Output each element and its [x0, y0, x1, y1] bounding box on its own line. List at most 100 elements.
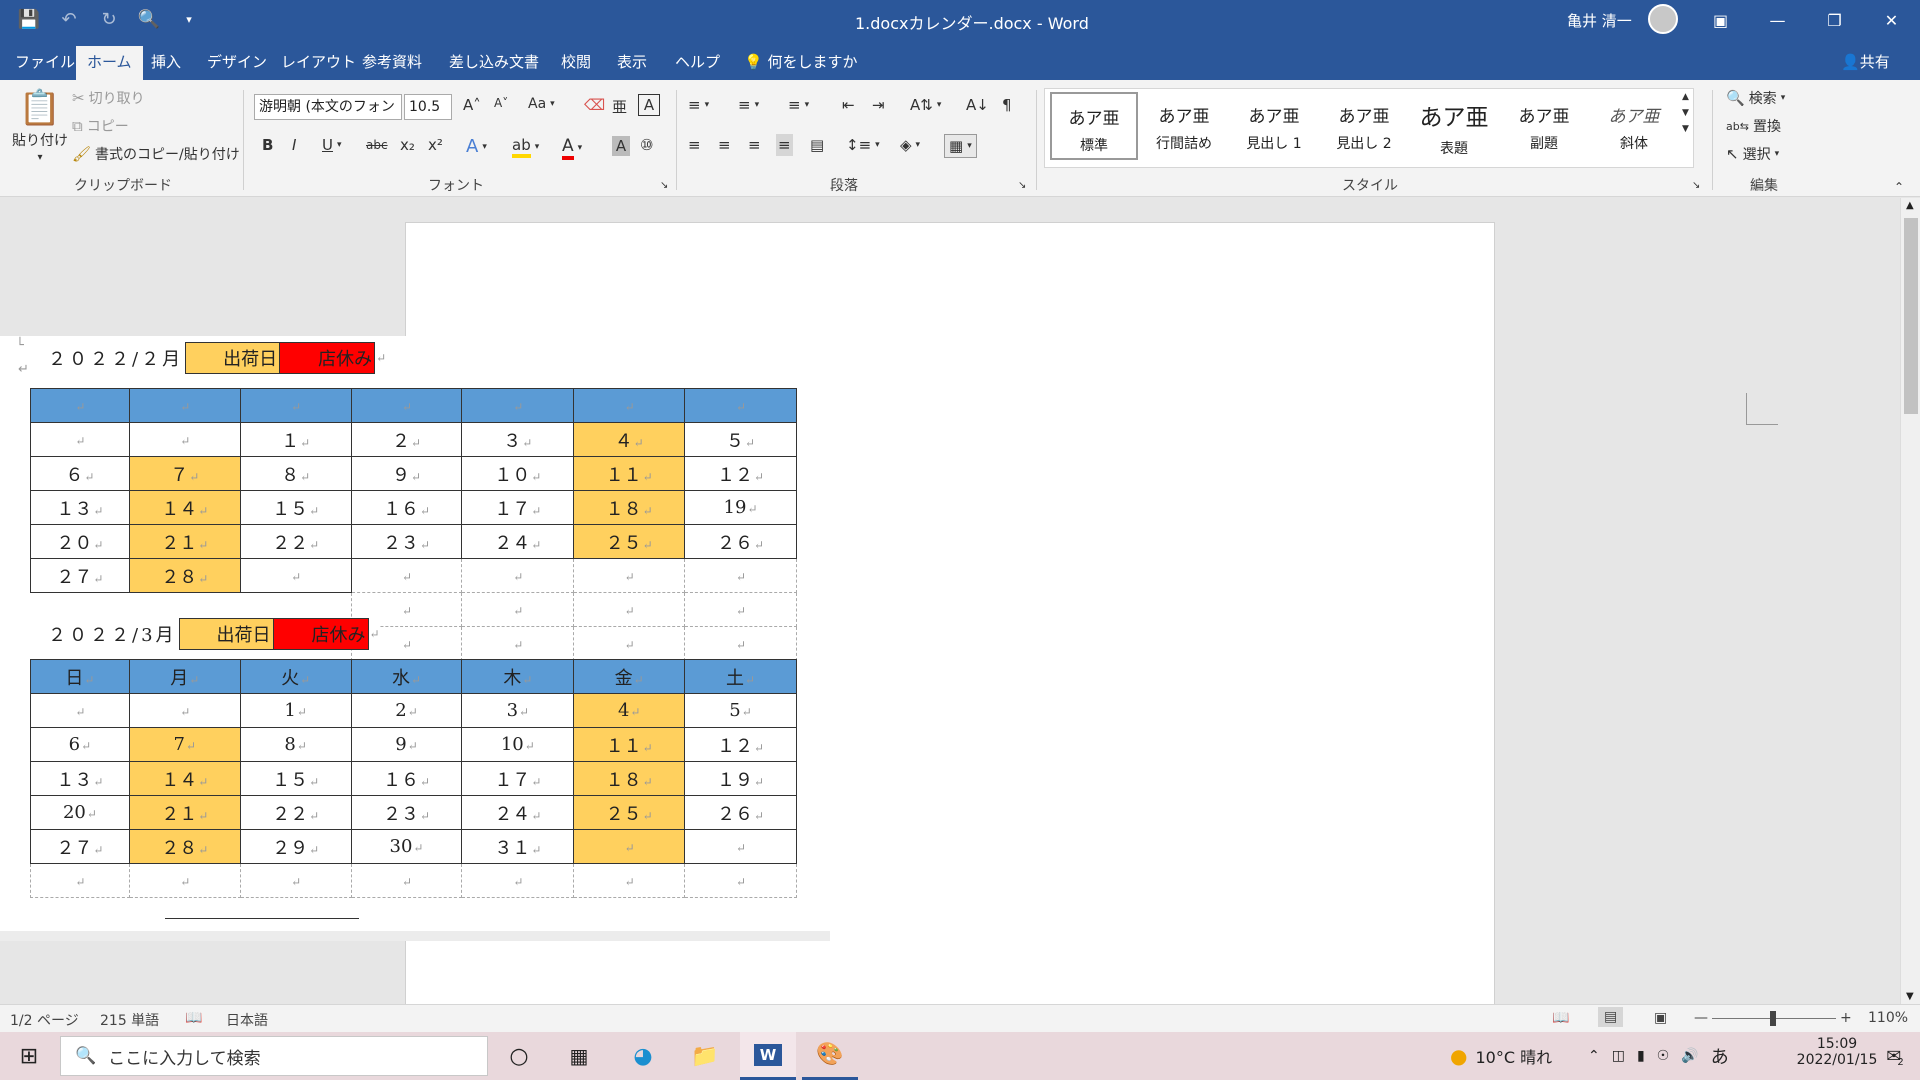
table-cell[interactable]: ↵	[461, 863, 575, 898]
highlight-button[interactable]: ab ▾	[512, 136, 539, 158]
tab-view[interactable]: 表示	[606, 46, 658, 80]
show-formatting-button[interactable]: ¶	[1002, 96, 1012, 114]
paint-icon[interactable]: 🎨	[802, 1032, 858, 1080]
user-name[interactable]: 亀井 清一	[1567, 10, 1632, 31]
table-cell[interactable]: 4↵	[573, 693, 686, 728]
table-cell[interactable]: ２０↵	[30, 524, 130, 559]
table-cell[interactable]: ↵	[30, 863, 130, 898]
scroll-down-icon[interactable]: ▼	[1906, 991, 1914, 1002]
vertical-scrollbar[interactable]: ▲ ▼	[1900, 198, 1920, 1004]
print-layout-icon[interactable]: ▤	[1598, 1007, 1624, 1027]
chevron-up-icon[interactable]: ⌃	[1588, 1048, 1600, 1064]
language[interactable]: 日本語	[226, 1010, 268, 1030]
superscript-button[interactable]: x²	[428, 136, 443, 154]
table-cell[interactable]: ↵	[573, 863, 686, 898]
collapse-ribbon-button[interactable]: ⌃	[1894, 180, 1904, 194]
table-cell[interactable]: １↵	[239, 422, 352, 457]
table-cell[interactable]: ７↵	[128, 456, 241, 491]
edge-icon[interactable]: ◕	[618, 1032, 668, 1080]
task-view-icon[interactable]: ▦	[554, 1032, 604, 1080]
chevron-down-icon[interactable]: ▼	[1682, 108, 1689, 118]
minimize-button[interactable]: —	[1749, 0, 1806, 40]
table-cell[interactable]: ↵	[30, 693, 130, 728]
tab-design[interactable]: デザイン	[196, 46, 278, 80]
font-color-button[interactable]: A ▾	[562, 136, 582, 160]
zoom-level[interactable]: 110%	[1868, 1010, 1908, 1026]
table-cell[interactable]: ８↵	[239, 456, 352, 491]
wifi-icon[interactable]: ☉	[1657, 1048, 1670, 1064]
table-cell[interactable]: ↵	[461, 626, 575, 661]
ribbon-display-options-icon[interactable]: ▣	[1692, 0, 1749, 40]
table-cell[interactable]: １５↵	[239, 761, 352, 796]
table-cell[interactable]: ↵	[573, 592, 686, 627]
table-cell[interactable]: １７↵	[461, 490, 575, 525]
table-cell[interactable]: ↵	[128, 863, 241, 898]
notification-center-icon[interactable]: ✉ 2	[1872, 1032, 1918, 1080]
table-cell[interactable]: １０↵	[461, 456, 575, 491]
distributed-button[interactable]: ▤	[810, 136, 824, 154]
save-icon[interactable]: 💾	[18, 6, 40, 32]
format-painter-button[interactable]: 🖌 書式のコピー/貼り付け	[72, 144, 240, 164]
pasted-calendar-region[interactable]: └ ↵ ２０２２/２月 出荷日 店休み ↵ ↵ ↵ ↵ ↵ ↵ ↵ ↵ ↵ ↵	[0, 336, 830, 931]
table-cell[interactable]: １５↵	[239, 490, 352, 525]
styles-dialog-launcher[interactable]: ↘	[1692, 180, 1700, 191]
table-cell[interactable]: ↵	[128, 388, 241, 423]
table-cell[interactable]: ９↵	[350, 456, 463, 491]
table-cell[interactable]: 20↵	[30, 795, 130, 830]
tab-references[interactable]: 参考資料	[351, 46, 433, 80]
print-preview-icon[interactable]: 🔍	[138, 6, 160, 32]
volume-icon[interactable]: 🔊	[1681, 1048, 1698, 1064]
bold-button[interactable]: B	[262, 136, 273, 154]
style-heading-1[interactable]: あア亜 見出し 1	[1230, 92, 1318, 160]
tab-file[interactable]: ファイル	[4, 46, 86, 80]
table-cell[interactable]: 2↵	[350, 693, 463, 728]
table-cell[interactable]: ２９↵	[239, 829, 352, 864]
line-spacing-button[interactable]: ↕≡ ▾	[846, 136, 880, 154]
font-dialog-launcher[interactable]: ↘	[660, 180, 668, 191]
zoom-out-icon[interactable]: —	[1694, 1010, 1708, 1026]
change-case-button[interactable]: Aa ▾	[528, 96, 555, 112]
cortana-icon[interactable]: ○	[494, 1032, 544, 1080]
read-mode-icon[interactable]: 📖	[1552, 1010, 1569, 1026]
file-explorer-icon[interactable]: 📁	[680, 1032, 730, 1080]
table-cell[interactable]: ３↵	[461, 422, 575, 457]
decrease-indent-button[interactable]: ⇤	[842, 96, 855, 114]
text-direction-button[interactable]: A⇅ ▾	[910, 96, 941, 114]
ime-indicator[interactable]: あ	[1711, 1043, 1729, 1069]
table-cell[interactable]: ２↵	[350, 422, 463, 457]
table-cell[interactable]: 3↵	[461, 693, 575, 728]
word-count[interactable]: 215 単語	[100, 1010, 159, 1030]
table-cell[interactable]: ２２↵	[239, 524, 352, 559]
redo-icon[interactable]: ↻	[98, 6, 120, 32]
table-cell[interactable]: ２１↵	[128, 795, 241, 830]
numbering-button[interactable]: ≡ ▾	[738, 96, 759, 114]
taskbar-search-box[interactable]: 🔍 ここに入力して検索	[60, 1036, 488, 1076]
tell-me-search[interactable]: 💡 何をしますか	[733, 46, 868, 80]
align-right-button[interactable]: ≡	[748, 136, 761, 154]
table-cell[interactable]: ↵	[30, 422, 130, 457]
table-cell[interactable]: ５↵	[684, 422, 797, 457]
table-cell[interactable]: １８↵	[573, 761, 686, 796]
table-cell[interactable]: ↵	[684, 863, 797, 898]
table-cell[interactable]: 19↵	[684, 490, 797, 525]
table-cell[interactable]: １６↵	[350, 761, 463, 796]
table-cell[interactable]: ２７↵	[30, 558, 130, 593]
weekday-cell[interactable]: 水↵	[350, 659, 463, 694]
shading-button[interactable]: ◈ ▾	[900, 136, 920, 154]
weekday-cell[interactable]: 金↵	[573, 659, 686, 694]
table-cell[interactable]: ２５↵	[573, 524, 686, 559]
table-cell[interactable]: ↵	[239, 388, 352, 423]
tab-help[interactable]: ヘルプ	[664, 46, 731, 80]
table-cell[interactable]: １３↵	[30, 490, 130, 525]
table-cell[interactable]: ２３↵	[350, 795, 463, 830]
style-heading-2[interactable]: あア亜 見出し 2	[1320, 92, 1408, 160]
paragraph-dialog-launcher[interactable]: ↘	[1018, 180, 1026, 191]
table-cell[interactable]: ↵	[684, 592, 797, 627]
table-cell[interactable]: ２４↵	[461, 524, 575, 559]
proofing-icon[interactable]: 📖	[185, 1010, 202, 1026]
table-cell[interactable]: ↵	[461, 592, 575, 627]
meet-now-icon[interactable]: ◫	[1612, 1048, 1625, 1064]
chevron-up-icon[interactable]: ▲	[1682, 92, 1689, 102]
page-count[interactable]: 1/2 ページ	[10, 1010, 79, 1030]
weekday-cell[interactable]: 日↵	[30, 659, 130, 694]
